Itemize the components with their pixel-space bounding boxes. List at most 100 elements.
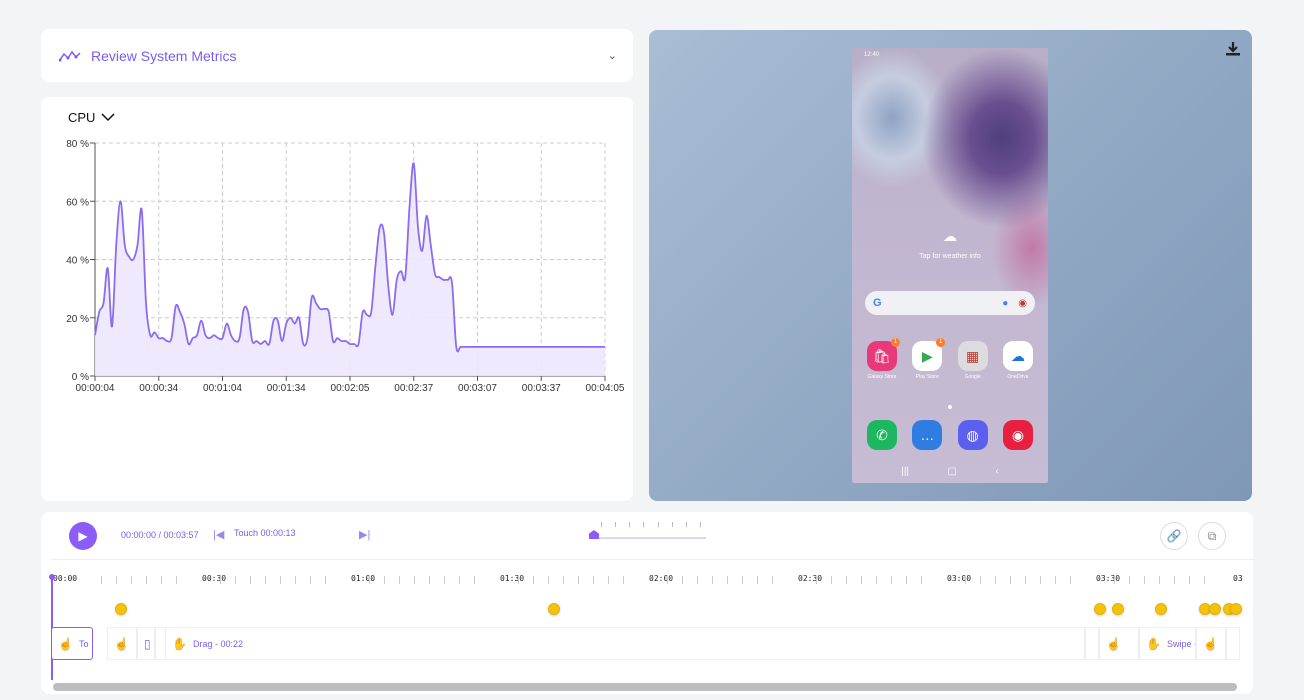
nav-bar: ||| ▢ ‹ [852, 466, 1048, 477]
app-play-store[interactable]: ▶ 1 Play Store [910, 338, 946, 380]
event-marker[interactable] [115, 603, 127, 615]
weather-text: Tap for weather info [919, 253, 981, 260]
ruler-tick [145, 576, 147, 584]
x-tick-label: 00:00:04 [76, 383, 115, 394]
phone-screen[interactable]: 12:40 ☁ Tap for weather info G ● ◉ 🛍 1 Gal… [852, 48, 1048, 483]
ruler-tick [890, 576, 892, 584]
ruler-tick [175, 576, 177, 584]
app-row-1: 🛍 1 Galaxy Store ▶ 1 Play Store ▦ Google ☁ OneDri… [865, 338, 1035, 380]
app-onedrive[interactable]: ☁ OneDrive [1001, 341, 1035, 380]
ruler-tick [101, 576, 102, 584]
action-segment[interactable] [1226, 627, 1240, 660]
action-segment[interactable]: ☝ [1099, 627, 1139, 660]
app-row-2: ✆ … ◍ ◉ [865, 420, 1035, 450]
google-search-bar[interactable]: G ● ◉ [865, 291, 1035, 315]
y-tick-label: 40 % [66, 256, 89, 267]
ruler-tick [741, 576, 743, 584]
ruler-tick [1129, 576, 1131, 584]
ruler-time-label: 03:00 [947, 574, 972, 583]
app-phone[interactable]: ✆ [865, 420, 899, 450]
touch-icon: ☝ [114, 636, 129, 651]
action-segment[interactable]: ✋ Swipe - 0 [1139, 627, 1196, 660]
action-segment[interactable]: ☝ To [51, 627, 93, 660]
play-button[interactable]: ▶ [69, 522, 97, 550]
ruler-tick [294, 576, 296, 584]
app-camera[interactable]: ◉ [1001, 420, 1035, 450]
recents-icon[interactable]: ||| [901, 466, 909, 477]
x-tick-label: 00:03:07 [458, 383, 497, 394]
app-label: Google [964, 374, 981, 380]
notification-badge: 1 [936, 338, 946, 347]
next-action-icon[interactable]: ▶| [359, 528, 370, 541]
app-google-folder[interactable]: ▦ Google [956, 341, 990, 380]
back-icon[interactable]: ‹ [995, 466, 998, 477]
app-messages[interactable]: … [910, 420, 944, 450]
y-tick-label: 0 % [72, 372, 89, 383]
ruler-tick [622, 576, 624, 584]
y-tick-label: 20 % [66, 314, 89, 325]
action-label: To [78, 638, 89, 649]
ruler-tick [250, 576, 251, 584]
ruler-tick [816, 576, 818, 584]
ruler-tick [548, 576, 549, 584]
action-segment[interactable]: ✋ Drag - 00:22 [165, 627, 1085, 660]
ruler-time-label: 01:30 [500, 574, 525, 583]
event-marker[interactable] [1094, 603, 1106, 615]
ruler-tick [756, 576, 758, 584]
action-segment[interactable]: ☝ [107, 627, 137, 660]
lens-icon[interactable]: ◉ [1018, 298, 1027, 309]
messages-icon: … [912, 420, 943, 450]
event-marker[interactable] [548, 603, 560, 615]
ruler-time-label: 00:00 [53, 574, 78, 583]
internet-icon: ◍ [957, 420, 988, 450]
ruler-tick [965, 576, 967, 584]
metrics-header[interactable]: Review System Metrics ⌄ [41, 29, 633, 82]
app-shopping-bag[interactable]: 🛍 1 Galaxy Store [865, 338, 900, 380]
ruler-tick [682, 576, 684, 584]
action-label: Swipe - 0 [1166, 638, 1195, 649]
event-marker[interactable] [1155, 603, 1167, 615]
home-icon[interactable]: ▢ [948, 466, 957, 477]
status-bar-time: 12:40 [864, 52, 880, 58]
copy-icon[interactable]: ⧉ [1198, 522, 1226, 550]
zoom-slider-handle[interactable] [589, 530, 599, 539]
horizontal-scrollbar[interactable] [53, 683, 1237, 691]
x-tick-label: 00:01:04 [203, 383, 242, 394]
ruler-tick [1144, 576, 1145, 584]
mic-icon[interactable]: ● [1002, 298, 1008, 309]
ruler-tick [607, 576, 609, 584]
timeline-ruler[interactable]: 00:00 00:30 01:00 01:30 02:00 02:30 03:00 03:30… [51, 559, 1253, 585]
download-icon[interactable] [1224, 40, 1242, 58]
metrics-wave-icon [59, 50, 81, 61]
event-marker[interactable] [1112, 603, 1124, 615]
action-track: ☝ To ☝ ▯ ✋ Drag - 00:22 ☝ ✋ Swipe - 0 ☝ [51, 627, 1253, 660]
ruler-tick [130, 576, 132, 584]
device-preview: 12:40 ☁ Tap for weather info G ● ◉ 🛍 1 Gal… [649, 30, 1252, 501]
ruler-tick [235, 576, 237, 584]
ruler-tick [1069, 576, 1071, 584]
ruler-tick [905, 576, 907, 584]
metrics-title: Review System Metrics [91, 47, 237, 64]
ruler-tick [577, 576, 579, 584]
x-tick-label: 00:02:05 [331, 383, 370, 394]
ruler-tick [1009, 576, 1011, 584]
ruler-tick [309, 576, 311, 584]
weather-widget[interactable]: ☁ Tap for weather info [852, 228, 1048, 260]
event-marker[interactable] [1209, 603, 1221, 615]
action-segment[interactable]: ☝ [1196, 627, 1226, 660]
ruler-tick [413, 576, 415, 584]
phone-icon: ✆ [867, 420, 897, 450]
onedrive-icon: ☁ [1002, 341, 1033, 371]
event-marker[interactable] [1230, 603, 1242, 615]
zoom-slider[interactable] [591, 537, 706, 539]
action-segment[interactable]: ▯ [137, 627, 155, 660]
app-internet[interactable]: ◍ [956, 420, 990, 450]
link-icon[interactable]: 🔗 [1160, 522, 1188, 550]
ruler-tick [369, 576, 371, 584]
ruler-tick [1158, 576, 1160, 584]
previous-action-icon[interactable]: |◀ [213, 528, 224, 541]
chevron-down-icon[interactable]: ⌄ [608, 49, 617, 62]
ruler-tick [995, 576, 996, 584]
ruler-tick [875, 576, 877, 584]
action-segment[interactable] [1085, 627, 1099, 660]
